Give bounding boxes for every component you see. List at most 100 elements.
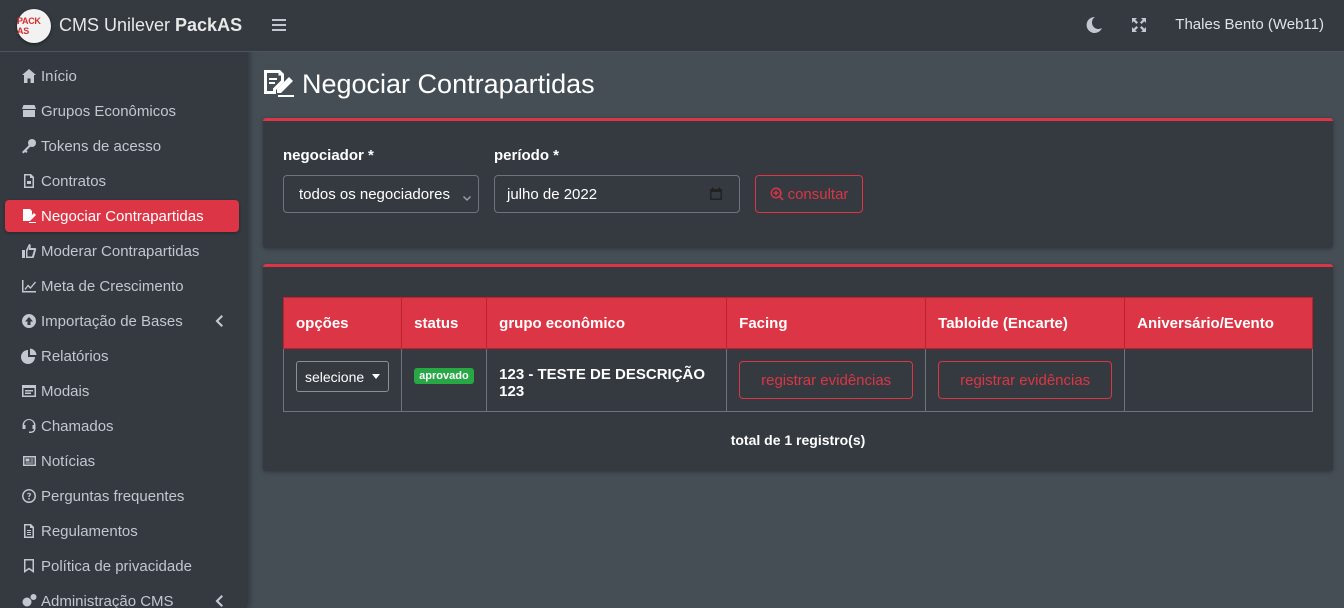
- consultar-button[interactable]: consultar: [755, 175, 863, 213]
- file-alt-icon: [20, 523, 38, 539]
- user-menu[interactable]: Thales Bento (Web11): [1175, 16, 1324, 33]
- column-header-aniversario: Aniversário/Evento: [1124, 297, 1313, 349]
- sidebar-item-importacao[interactable]: Importação de Bases: [5, 305, 239, 337]
- brand-logo: PACK AS: [17, 8, 51, 43]
- upload-circle-icon: [20, 313, 38, 329]
- sidebar-item-privacidade[interactable]: Política de privacidade: [5, 550, 239, 582]
- sidebar-item-moderar[interactable]: Moderar Contrapartidas: [5, 235, 239, 267]
- sidebar-item-administracao[interactable]: Administração CMS: [5, 585, 239, 608]
- calendar-icon[interactable]: [709, 187, 723, 201]
- sidebar-item-inicio[interactable]: Início: [5, 60, 239, 92]
- consultar-button-label: consultar: [787, 185, 849, 203]
- sidebar-item-label: Chamados: [41, 417, 114, 435]
- window-icon: [20, 383, 38, 399]
- opcoes-dropdown[interactable]: selecione: [296, 361, 390, 392]
- cell-aniversario: [1124, 348, 1313, 412]
- bookmark-icon: [20, 558, 38, 574]
- sidebar-item-label: Notícias: [41, 452, 96, 470]
- status-badge: aprovado: [414, 368, 474, 384]
- key-icon: [20, 138, 38, 154]
- sidebar-item-label: Grupos Econômicos: [41, 102, 177, 120]
- sidebar-item-label: Modais: [41, 382, 90, 400]
- sidebar-item-label: Contratos: [41, 172, 107, 190]
- fullscreen-icon[interactable]: [1131, 17, 1147, 33]
- results-card: opções status grupo econômico Facing Tab…: [263, 264, 1333, 471]
- column-header-opcoes: opções: [282, 297, 403, 349]
- sidebar-item-label: Tokens de acesso: [41, 137, 162, 155]
- periodo-label: período *: [494, 147, 560, 164]
- column-header-grupo: grupo econômico: [486, 297, 728, 349]
- sidebar-item-grupos[interactable]: Grupos Econômicos: [5, 95, 239, 127]
- sidebar-item-noticias[interactable]: Notícias: [5, 445, 239, 477]
- brand-logo-text: PACK AS: [17, 15, 41, 36]
- sidebar-item-chamados[interactable]: Chamados: [5, 410, 239, 442]
- sidebar-item-label: Início: [41, 67, 77, 85]
- brand-name: CMS Unilever PackAS: [59, 15, 242, 36]
- cell-opcoes: selecione: [282, 348, 403, 412]
- periodo-input[interactable]: julho de 2022: [494, 175, 740, 213]
- opcoes-dropdown-label: selecione: [305, 368, 365, 385]
- sidebar-item-negociar[interactable]: Negociar Contrapartidas: [5, 200, 239, 232]
- chevron-left-icon: [215, 594, 223, 607]
- sidebar-item-relatorios[interactable]: Relatórios: [5, 340, 239, 372]
- chevron-left-icon: [215, 314, 223, 327]
- home-icon: [20, 68, 38, 84]
- question-circle-icon: [20, 488, 38, 504]
- sidebar-item-modais[interactable]: Modais: [5, 375, 239, 407]
- sidebar-item-label: Política de privacidade: [41, 557, 192, 575]
- grupo-text: 123 - TESTE DE DESCRIÇÃO 123: [499, 366, 706, 400]
- sidebar-nav: Início Grupos Econômicos Tokens de acess…: [0, 52, 247, 608]
- sidebar-item-label: Perguntas frequentes: [41, 487, 185, 505]
- column-header-facing: Facing: [726, 297, 927, 349]
- page-title: Negociar Contrapartidas: [302, 68, 595, 99]
- caret-down-icon: [372, 374, 381, 379]
- negociador-label: negociador *: [283, 147, 374, 164]
- cell-status: aprovado: [401, 348, 488, 412]
- dark-mode-toggle-icon[interactable]: [1085, 16, 1103, 34]
- sidebar-item-label: Relatórios: [41, 347, 109, 365]
- negociador-select[interactable]: todos os negociadores: [283, 175, 479, 213]
- menu-toggle-icon[interactable]: [271, 17, 287, 33]
- page-header: Negociar Contrapartidas: [262, 68, 595, 100]
- chart-pie-icon: [20, 348, 38, 364]
- thumbs-up-icon: [20, 243, 38, 259]
- chevron-down-icon: [462, 190, 472, 201]
- sidebar-item-contratos[interactable]: Contratos: [5, 165, 239, 197]
- cell-facing: registrar evidências: [726, 348, 927, 412]
- brand[interactable]: PACK AS CMS Unilever PackAS: [0, 0, 247, 52]
- chart-line-icon: [20, 278, 38, 294]
- filter-card: negociador * todos os negociadores perío…: [263, 118, 1333, 248]
- table-header-row: opções status grupo econômico Facing Tab…: [282, 297, 1313, 349]
- cell-grupo: 123 - TESTE DE DESCRIÇÃO 123: [486, 348, 728, 412]
- file-signature-icon: [20, 208, 38, 224]
- column-header-tabloide: Tabloide (Encarte): [925, 297, 1126, 349]
- sidebar: PACK AS CMS Unilever PackAS Início Grupo…: [0, 0, 247, 608]
- table-row: selecione aprovado 123 - TESTE DE DESCRI…: [282, 348, 1313, 412]
- cell-tabloide: registrar evidências: [925, 348, 1126, 412]
- sidebar-item-regulamentos[interactable]: Regulamentos: [5, 515, 239, 547]
- facing-registrar-button[interactable]: registrar evidências: [739, 361, 914, 399]
- sidebar-item-perguntas[interactable]: Perguntas frequentes: [5, 480, 239, 512]
- store-icon: [20, 103, 38, 119]
- sidebar-item-label: Moderar Contrapartidas: [41, 242, 200, 260]
- sidebar-item-label: Negociar Contrapartidas: [41, 207, 204, 225]
- sidebar-item-label: Regulamentos: [41, 522, 138, 540]
- file-pdf-icon: [20, 173, 38, 189]
- column-header-status: status: [401, 297, 488, 349]
- file-signature-icon: [262, 68, 296, 100]
- total-records: total de 1 registro(s): [730, 432, 866, 448]
- sidebar-item-tokens[interactable]: Tokens de acesso: [5, 130, 239, 162]
- periodo-input-value: julho de 2022: [507, 185, 598, 203]
- sidebar-item-label: Meta de Crescimento: [41, 277, 184, 295]
- results-table: opções status grupo econômico Facing Tab…: [282, 297, 1313, 412]
- sidebar-item-label: Importação de Bases: [41, 312, 183, 330]
- headset-icon: [20, 418, 38, 434]
- newspaper-icon: [20, 453, 38, 469]
- sidebar-item-label: Administração CMS: [41, 592, 174, 608]
- sidebar-item-meta[interactable]: Meta de Crescimento: [5, 270, 239, 302]
- tabloide-registrar-button[interactable]: registrar evidências: [938, 361, 1113, 399]
- negociador-select-value: todos os negociadores: [299, 185, 450, 203]
- brand-name-bold: PackAS: [175, 15, 243, 35]
- brand-name-prefix: CMS Unilever: [59, 15, 176, 35]
- topbar: Thales Bento (Web11): [247, 0, 1344, 52]
